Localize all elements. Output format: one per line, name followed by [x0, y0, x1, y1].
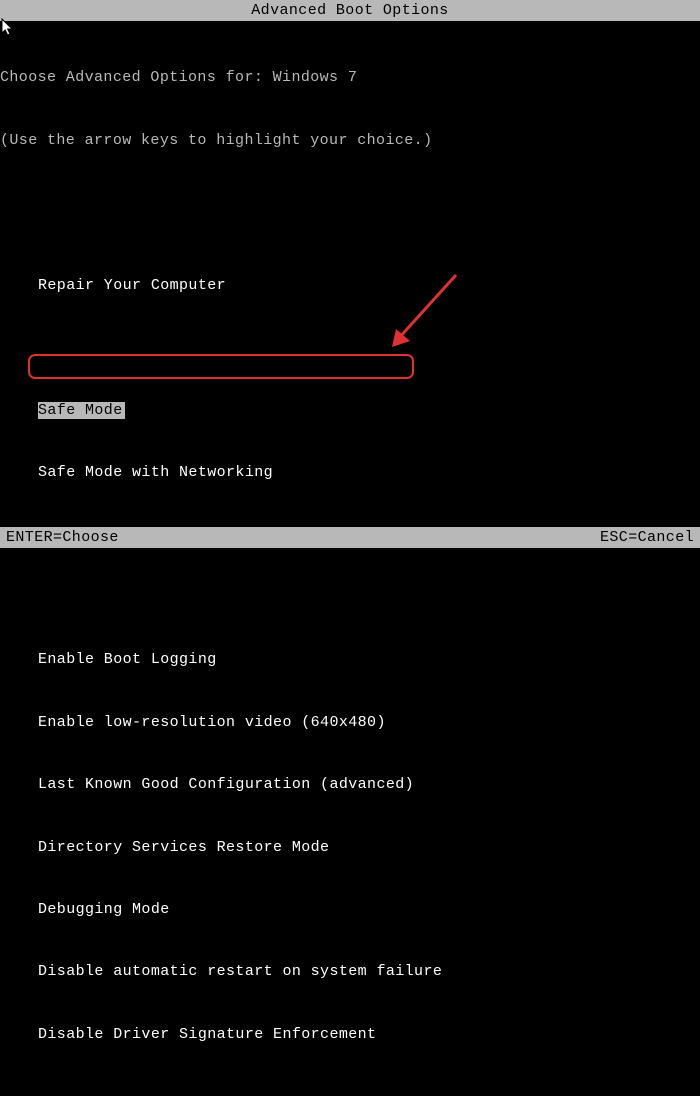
option-last-known-good[interactable]: Last Known Good Configuration (advanced) [0, 775, 700, 796]
option-disable-auto-restart[interactable]: Disable automatic restart on system fail… [0, 962, 700, 983]
option-repair[interactable]: Repair Your Computer [0, 276, 700, 297]
option-safe-mode[interactable]: Safe Mode [0, 401, 700, 422]
blank-line [0, 339, 700, 360]
header-line-2: (Use the arrow keys to highlight your ch… [0, 131, 700, 152]
option-label: Debugging Mode [38, 901, 170, 918]
option-debugging[interactable]: Debugging Mode [0, 900, 700, 921]
blank-line [0, 1087, 700, 1096]
option-label: Directory Services Restore Mode [38, 839, 329, 856]
option-label: Disable Driver Signature Enforcement [38, 1026, 376, 1043]
option-low-res[interactable]: Enable low-resolution video (640x480) [0, 713, 700, 734]
option-label: Safe Mode with Networking [38, 464, 273, 481]
blank-line [0, 193, 700, 214]
option-label: Repair Your Computer [38, 277, 226, 294]
option-safe-mode-networking[interactable]: Safe Mode with Networking [0, 463, 700, 484]
option-boot-logging[interactable]: Enable Boot Logging [0, 650, 700, 671]
option-label: Last Known Good Configuration (advanced) [38, 776, 414, 793]
option-label-selected: Safe Mode [38, 402, 125, 419]
footer-bar: ENTER=Choose ESC=Cancel [0, 527, 700, 548]
title-text: Advanced Boot Options [251, 2, 448, 19]
footer-esc-hint: ESC=Cancel [600, 527, 694, 548]
boot-menu-content: Choose Advanced Options for: Windows 7 (… [0, 21, 700, 1096]
footer-enter-hint: ENTER=Choose [6, 527, 119, 548]
option-disable-driver-sig[interactable]: Disable Driver Signature Enforcement [0, 1025, 700, 1046]
option-label: Disable automatic restart on system fail… [38, 963, 442, 980]
header-line-1: Choose Advanced Options for: Windows 7 [0, 68, 700, 89]
blank-line [0, 588, 700, 609]
option-directory-services[interactable]: Directory Services Restore Mode [0, 838, 700, 859]
option-label: Enable low-resolution video (640x480) [38, 714, 386, 731]
title-bar: Advanced Boot Options [0, 0, 700, 21]
option-label: Enable Boot Logging [38, 651, 217, 668]
